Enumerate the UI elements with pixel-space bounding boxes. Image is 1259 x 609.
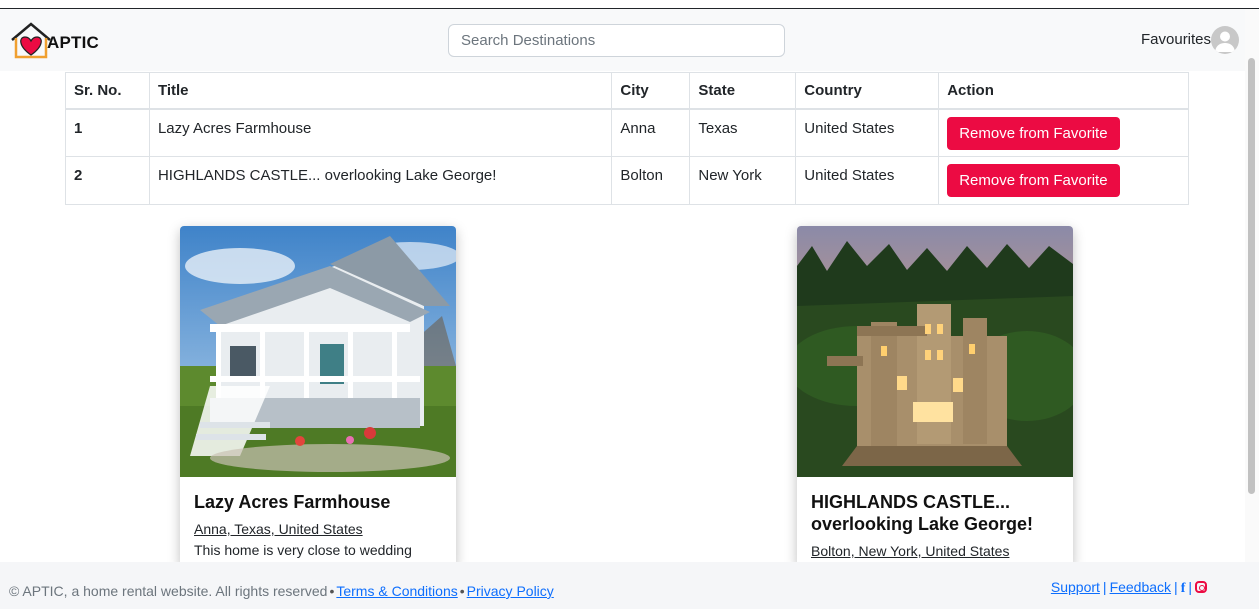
row-sr-no: 2 <box>65 156 150 205</box>
row-state: New York <box>689 156 797 205</box>
listing-card-farmhouse[interactable]: Lazy Acres Farmhouse Anna, Texas, United… <box>180 226 456 566</box>
card-location-link[interactable]: Bolton, New York, United States <box>811 543 1009 559</box>
row-action: Remove from Favorite <box>938 156 1189 205</box>
user-avatar-icon[interactable] <box>1211 26 1239 54</box>
support-link[interactable]: Support <box>1051 579 1100 595</box>
header-title: Title <box>148 72 613 110</box>
row-title: HIGHLANDS CASTLE... overlooking Lake Geo… <box>148 156 613 205</box>
separator: | <box>1102 579 1107 595</box>
card-title: Lazy Acres Farmhouse <box>194 492 391 512</box>
table-row: 2 HIGHLANDS CASTLE... overlooking Lake G… <box>65 156 1189 205</box>
footer-links: Support | Feedback | f | <box>1051 579 1207 597</box>
row-action: Remove from Favorite <box>938 108 1189 157</box>
separator: | <box>1174 579 1178 595</box>
scrollbar-thumb[interactable] <box>1248 58 1255 494</box>
card-title: HIGHLANDS CASTLE... overlooking Lake Geo… <box>811 492 1034 534</box>
terms-link[interactable]: Terms & Conditions <box>336 583 457 599</box>
listing-card-castle[interactable]: HIGHLANDS CASTLE... overlooking Lake Geo… <box>797 226 1073 566</box>
farmhouse-photo <box>180 226 456 477</box>
remove-favorite-button[interactable]: Remove from Favorite <box>947 164 1120 197</box>
row-sr-no: 1 <box>65 108 150 157</box>
feedback-link[interactable]: Feedback <box>1110 579 1171 595</box>
favourites-link[interactable]: Favourites <box>1141 31 1211 48</box>
search-input[interactable] <box>448 24 785 57</box>
header-action: Action <box>938 72 1189 110</box>
header-sr-no: Sr. No. <box>65 72 150 110</box>
row-country: United States <box>795 156 940 205</box>
card-body: Lazy Acres Farmhouse Anna, Texas, United… <box>180 477 456 559</box>
card-location-link[interactable]: Anna, Texas, United States <box>194 521 363 537</box>
facebook-icon[interactable]: f <box>1181 581 1186 596</box>
header-country: Country <box>795 72 940 110</box>
row-city: Anna <box>611 108 691 157</box>
footer-copyright: © APTIC, a home rental website. All righ… <box>9 583 554 599</box>
row-state: Texas <box>689 108 797 157</box>
copyright-text: © APTIC, a home rental website. All righ… <box>9 583 328 599</box>
house-heart-logo-icon <box>11 22 51 59</box>
navbar: APTIC Favourites <box>0 9 1259 71</box>
favourites-table: Sr. No. Title City State Country Action … <box>65 72 1189 205</box>
brand-name: APTIC <box>47 33 99 52</box>
row-country: United States <box>795 108 940 157</box>
instagram-icon[interactable] <box>1195 581 1207 593</box>
header-state: State <box>689 72 797 110</box>
castle-photo <box>797 226 1073 477</box>
separator-dot: • <box>459 583 465 599</box>
card-body: HIGHLANDS CASTLE... overlooking Lake Geo… <box>797 477 1073 561</box>
privacy-link[interactable]: Privacy Policy <box>467 583 554 599</box>
row-title: Lazy Acres Farmhouse <box>148 108 613 157</box>
separator: | <box>1188 579 1192 595</box>
card-description: This home is very close to wedding <box>194 542 412 558</box>
brand-logo[interactable]: APTIC <box>8 20 118 60</box>
header-city: City <box>611 72 691 110</box>
separator-dot: • <box>329 583 335 599</box>
table-row: 1 Lazy Acres Farmhouse Anna Texas United… <box>65 108 1189 157</box>
footer: © APTIC, a home rental website. All righ… <box>0 562 1259 609</box>
remove-favorite-button[interactable]: Remove from Favorite <box>947 116 1120 150</box>
table-header-row: Sr. No. Title City State Country Action <box>65 72 1189 110</box>
row-city: Bolton <box>611 156 691 205</box>
